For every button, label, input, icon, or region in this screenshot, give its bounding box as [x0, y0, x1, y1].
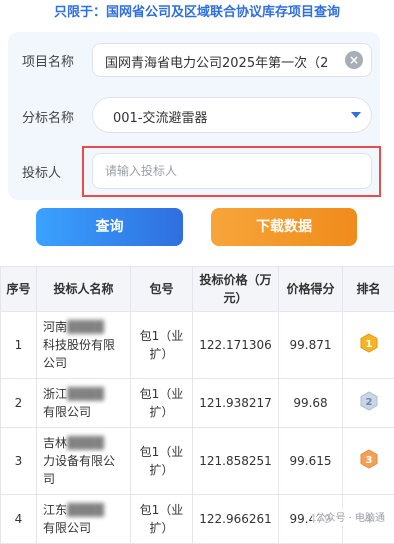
redacted-text: ▓▓▓▓: [67, 436, 104, 450]
cell-no: 4: [1, 495, 37, 544]
lot-value: 001-交流避雷器: [113, 107, 353, 126]
table-row: 1 河南▓▓▓▓ 科技股份有限 公司 包1（业扩） 122.171306 99.…: [1, 312, 394, 379]
bidder-name-mid: 力设备有限公: [43, 454, 115, 468]
cell-price: 122.966261: [193, 495, 279, 544]
header-bidder: 投标人名称: [37, 267, 131, 312]
cell-bidder: 浙江▓▓▓▓ 有限公司: [37, 379, 131, 428]
table-row: 3 吉林▓▓▓▓ 力设备有限公 司 包1（业扩） 121.858251 99.6…: [1, 428, 394, 495]
dropdown-caret-icon[interactable]: [351, 112, 361, 118]
package-line-2: 扩）: [149, 463, 173, 477]
package-line-1: 包1（业: [140, 329, 184, 343]
cell-bidder: 吉林▓▓▓▓ 力设备有限公 司: [37, 428, 131, 495]
rank-number: 3: [365, 455, 372, 466]
project-value: 国网青海省电力公司2025年第一次（2: [105, 52, 345, 71]
cell-score: 99.615: [279, 428, 343, 495]
bidder-name-start: 河南: [43, 320, 67, 334]
cell-score: 99.871: [279, 312, 343, 379]
package-line-2: 扩）: [149, 347, 173, 361]
header-no: 序号: [1, 267, 37, 312]
header-rank: 排名: [343, 267, 394, 312]
rank-number: 1: [365, 339, 372, 350]
lot-label: 分标名称: [22, 107, 74, 126]
project-label: 项目名称: [22, 51, 74, 70]
cell-no: 1: [1, 312, 37, 379]
package-line-1: 包1（业: [140, 503, 184, 517]
bidder-name-mid: 有限公司: [43, 405, 91, 419]
cell-bidder: 江东▓▓▓▓ 有限公司: [37, 495, 131, 544]
bidder-label: 投标人: [22, 162, 61, 181]
cell-price: 122.171306: [193, 312, 279, 379]
cell-package: 包1（业扩）: [131, 495, 193, 544]
header-price: 投标价格（万元）: [193, 267, 279, 312]
silver-medal-icon: 2: [359, 391, 379, 411]
project-select[interactable]: 国网青海省电力公司2025年第一次（2 ×: [92, 43, 372, 77]
package-line-1: 包1（业: [140, 387, 184, 401]
clear-icon[interactable]: ×: [345, 51, 363, 69]
redacted-text: ▓▓▓▓: [67, 320, 104, 334]
bidder-name-mid: 有限公司: [43, 521, 91, 535]
bidder-name-start: 江东: [43, 503, 67, 517]
cell-package: 包1（业扩）: [131, 428, 193, 495]
cell-price: 121.938217: [193, 379, 279, 428]
bidder-name-start: 浙江: [43, 387, 67, 401]
bidder-name-start: 吉林: [43, 436, 67, 450]
rank-number: 2: [365, 397, 372, 408]
cell-no: 2: [1, 379, 37, 428]
table-row: 2 浙江▓▓▓▓ 有限公司 包1（业扩） 121.938217 99.68 2: [1, 379, 394, 428]
package-line-1: 包1（业: [140, 445, 184, 459]
cell-rank: 1: [343, 312, 394, 379]
cell-score: 99.68: [279, 379, 343, 428]
package-line-2: 扩）: [149, 521, 173, 535]
bidder-input[interactable]: [92, 153, 372, 189]
cell-package: 包1（业扩）: [131, 379, 193, 428]
results-table: 序号 投标人名称 包号 投标价格（万元） 价格得分 排名 1 河南▓▓▓▓ 科技…: [0, 266, 394, 544]
cell-rank: 2: [343, 379, 394, 428]
cell-rank: 3: [343, 428, 394, 495]
query-button[interactable]: 查询: [36, 208, 183, 246]
cell-package: 包1（业扩）: [131, 312, 193, 379]
download-button[interactable]: 下载数据: [211, 208, 357, 246]
cell-no: 3: [1, 428, 37, 495]
lot-select[interactable]: 001-交流避雷器: [92, 97, 372, 133]
bidder-name-mid: 科技股份有限: [43, 338, 115, 352]
bidder-name-end: 公司: [43, 356, 67, 370]
package-line-2: 扩）: [149, 405, 173, 419]
cell-price: 121.858251: [193, 428, 279, 495]
header-score: 价格得分: [279, 267, 343, 312]
gold-medal-icon: 1: [359, 333, 379, 353]
bidder-name-end: 司: [43, 472, 55, 486]
redacted-text: ▓▓▓▓: [67, 387, 104, 401]
header-package: 包号: [131, 267, 193, 312]
cell-bidder: 河南▓▓▓▓ 科技股份有限 公司: [37, 312, 131, 379]
watermark: 公众号 · 电脑通: [312, 508, 388, 525]
redacted-text: ▓▓▓▓: [67, 503, 104, 517]
bronze-medal-icon: 3: [359, 449, 379, 469]
scope-notice: 只限于：国网省公司及区域联合协议库存项目查询: [0, 4, 394, 22]
table-header-row: 序号 投标人名称 包号 投标价格（万元） 价格得分 排名: [1, 267, 394, 312]
